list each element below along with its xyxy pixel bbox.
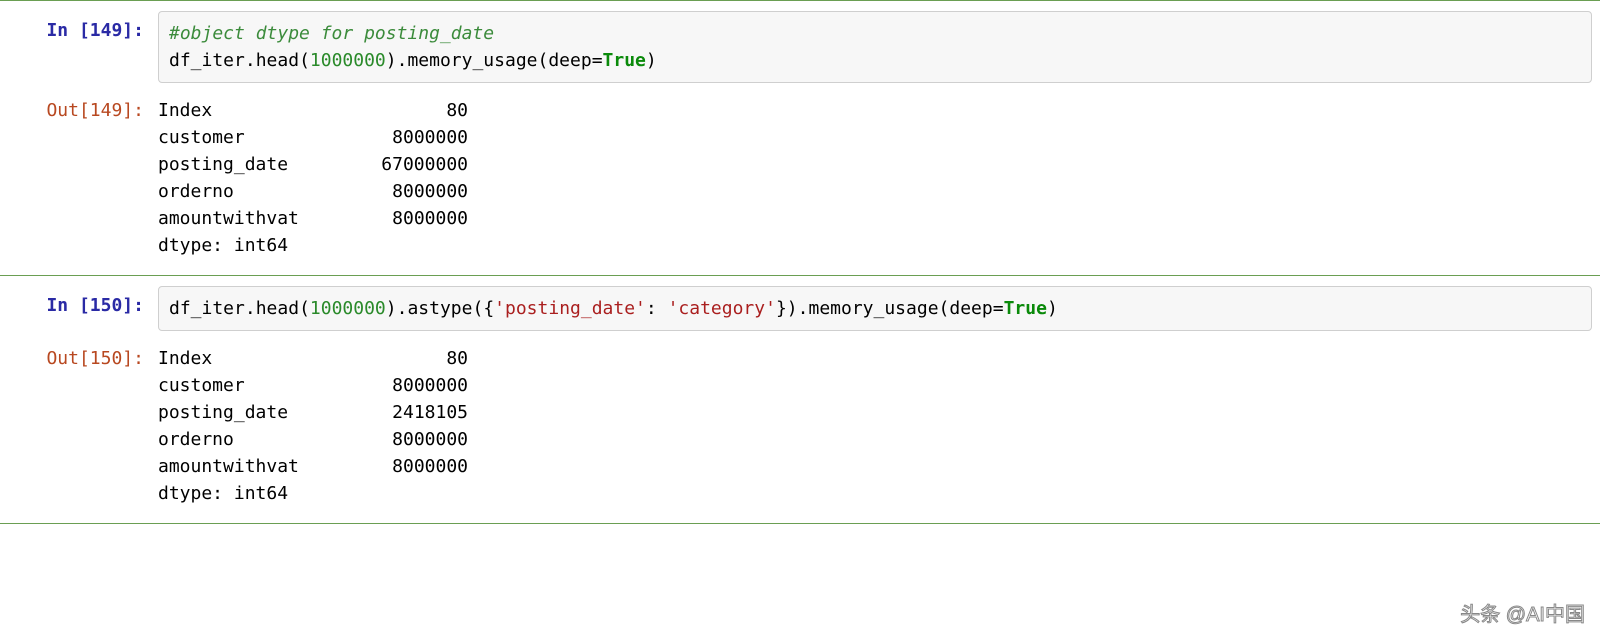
code-ident: df_iter	[169, 298, 245, 319]
output-label: amountwithvat	[158, 205, 348, 232]
input-row: In [149]: #object dtype for posting_date…	[0, 7, 1600, 87]
code-ident: head	[256, 50, 299, 71]
code-ident: memory_usage	[808, 298, 938, 319]
output-label: Index	[158, 97, 348, 124]
code-string: 'posting_date'	[494, 298, 646, 319]
watermark-text: 头条 @AI中国	[1460, 600, 1585, 630]
output-prompt: Out[149]:	[8, 91, 158, 124]
output-label: posting_date	[158, 399, 348, 426]
output-value: 80	[348, 97, 468, 124]
code-punct: =	[592, 50, 603, 71]
output-row: Out[149]: Index80customer8000000posting_…	[0, 87, 1600, 269]
output-value: 8000000	[348, 426, 468, 453]
code-input[interactable]: df_iter.head(1000000).astype({'posting_d…	[158, 286, 1592, 331]
code-punct: )	[386, 50, 397, 71]
code-punct: :	[646, 298, 668, 319]
input-prompt: In [149]:	[8, 11, 158, 44]
output-line: customer8000000	[158, 124, 1582, 151]
output-line: customer8000000	[158, 372, 1582, 399]
output-label: orderno	[158, 426, 348, 453]
output-value: 8000000	[348, 372, 468, 399]
code-punct: )	[386, 298, 397, 319]
code-punct: .	[397, 50, 408, 71]
code-keyword: True	[603, 50, 646, 71]
output-line: orderno8000000	[158, 178, 1582, 205]
code-comment: #object dtype for posting_date	[169, 23, 494, 44]
code-number: 1000000	[310, 50, 386, 71]
output-line: Index80	[158, 345, 1582, 372]
code-punct: (	[299, 50, 310, 71]
code-punct: .	[397, 298, 408, 319]
code-ident: deep	[548, 50, 591, 71]
output-label: customer	[158, 372, 348, 399]
output-prompt: Out[150]:	[8, 339, 158, 372]
output-label: Index	[158, 345, 348, 372]
output-value: 8000000	[348, 124, 468, 151]
notebook-cell: In [149]: #object dtype for posting_date…	[0, 0, 1600, 276]
output-label: amountwithvat	[158, 453, 348, 480]
code-ident: astype	[407, 298, 472, 319]
code-punct: .	[245, 298, 256, 319]
code-ident: head	[256, 298, 299, 319]
code-punct: (	[538, 50, 549, 71]
input-row: In [150]: df_iter.head(1000000).astype({…	[0, 282, 1600, 335]
code-punct: ({	[472, 298, 494, 319]
output-text: Index80customer8000000posting_date670000…	[158, 91, 1592, 265]
code-number: 1000000	[310, 298, 386, 319]
code-punct: =	[993, 298, 1004, 319]
output-line: orderno8000000	[158, 426, 1582, 453]
output-value: 2418105	[348, 399, 468, 426]
output-dtype: dtype: int64	[158, 480, 1582, 507]
output-dtype: dtype: int64	[158, 232, 1582, 259]
code-ident: memory_usage	[407, 50, 537, 71]
code-punct: )	[1047, 298, 1058, 319]
code-ident: deep	[949, 298, 992, 319]
code-input[interactable]: #object dtype for posting_date df_iter.h…	[158, 11, 1592, 83]
output-line: amountwithvat8000000	[158, 205, 1582, 232]
code-punct: (	[939, 298, 950, 319]
code-punct: )	[646, 50, 657, 71]
output-value: 8000000	[348, 453, 468, 480]
code-punct: })	[776, 298, 798, 319]
output-label: posting_date	[158, 151, 348, 178]
output-line: Index80	[158, 97, 1582, 124]
code-punct: .	[245, 50, 256, 71]
output-label: orderno	[158, 178, 348, 205]
output-row: Out[150]: Index80customer8000000posting_…	[0, 335, 1600, 517]
output-value: 67000000	[348, 151, 468, 178]
code-keyword: True	[1004, 298, 1047, 319]
code-ident: df_iter	[169, 50, 245, 71]
output-line: amountwithvat8000000	[158, 453, 1582, 480]
output-value: 8000000	[348, 178, 468, 205]
output-value: 80	[348, 345, 468, 372]
output-line: posting_date2418105	[158, 399, 1582, 426]
code-punct: .	[798, 298, 809, 319]
output-line: posting_date67000000	[158, 151, 1582, 178]
code-punct: (	[299, 298, 310, 319]
code-string: 'category'	[668, 298, 776, 319]
output-value: 8000000	[348, 205, 468, 232]
input-prompt: In [150]:	[8, 286, 158, 319]
output-text: Index80customer8000000posting_date241810…	[158, 339, 1592, 513]
output-label: customer	[158, 124, 348, 151]
notebook-cell: In [150]: df_iter.head(1000000).astype({…	[0, 275, 1600, 524]
